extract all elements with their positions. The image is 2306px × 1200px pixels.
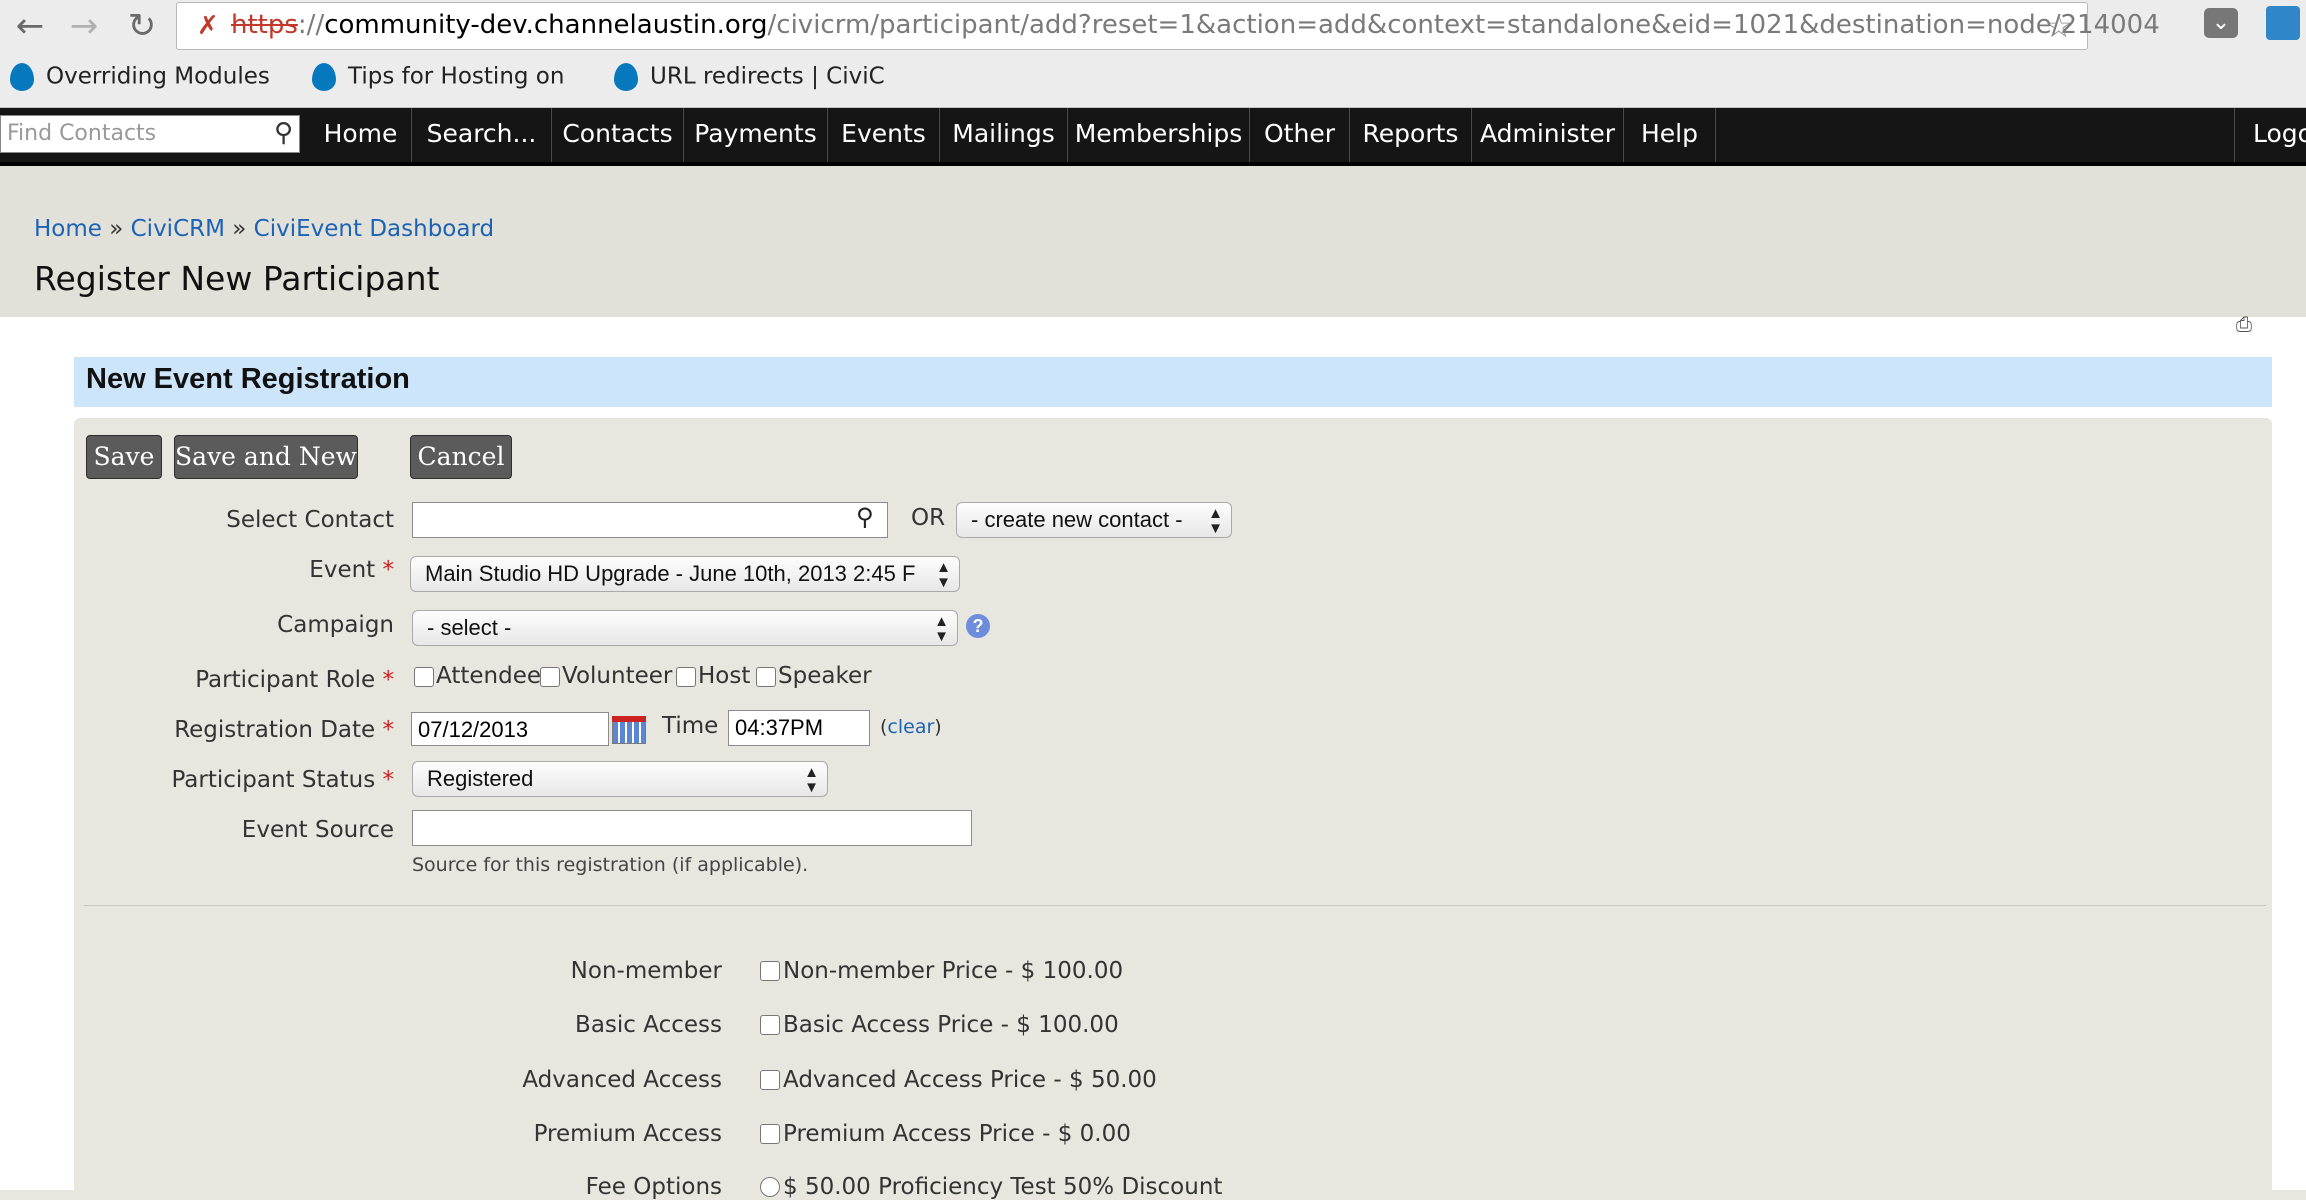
breadcrumb-separator: »: [109, 216, 124, 242]
role-volunteer-label: Volunteer: [562, 663, 673, 689]
page-header: Home » CiviCRM » CiviEvent Dashboard Reg…: [0, 162, 2306, 317]
create-new-contact-select[interactable]: - create new contact - ▲ ▼: [956, 502, 1232, 538]
fee-premium-access-checkbox[interactable]: [760, 1124, 780, 1144]
select-arrows-icon: ▲ ▼: [936, 559, 951, 591]
campaign-label: Campaign: [277, 612, 394, 638]
page-title: Register New Participant: [34, 259, 440, 298]
pocket-extension-icon[interactable]: ⌄: [2204, 8, 2238, 38]
menu-reports[interactable]: Reports: [1350, 108, 1472, 162]
registration-date-input[interactable]: 07/12/2013: [411, 712, 609, 746]
clear-date-link[interactable]: clear: [887, 716, 934, 738]
search-icon[interactable]: ⚲: [274, 118, 293, 148]
role-host-checkbox[interactable]: [676, 667, 696, 687]
find-contacts-input[interactable]: [5, 116, 249, 150]
fee-non-member-checkbox[interactable]: [760, 961, 780, 981]
clear-link: (clear): [880, 716, 942, 738]
fee-label-basic-access: Basic Access: [575, 1012, 722, 1038]
civicrm-menubar: ⚲ Home Search... Contacts Payments Event…: [0, 108, 2306, 162]
menu-administer[interactable]: Administer: [1472, 108, 1624, 162]
role-attendee-checkbox[interactable]: [414, 667, 434, 687]
url-text: https://community-dev.channelaustin.org/…: [231, 10, 2160, 40]
fee-label-non-member: Non-member: [570, 958, 722, 984]
time-label: Time: [662, 713, 719, 739]
search-icon[interactable]: ⚲: [856, 503, 874, 531]
event-select[interactable]: Main Studio HD Upgrade - June 10th, 2013…: [410, 556, 960, 592]
calendar-icon[interactable]: [612, 720, 646, 744]
print-icon[interactable]: ⎙: [2236, 312, 2252, 336]
fee-option-label: $ 50.00 Proficiency Test 50% Discount: [783, 1174, 1223, 1200]
extension-icon[interactable]: [2266, 6, 2300, 40]
select-arrows-icon: ▲ ▼: [1208, 505, 1223, 537]
menu-mailings[interactable]: Mailings: [940, 108, 1068, 162]
breadcrumb-separator: »: [232, 216, 247, 242]
campaign-select[interactable]: - select - ▲ ▼: [412, 610, 958, 646]
fee-option-radio[interactable]: [760, 1177, 780, 1197]
fee-options-label: Fee Options: [585, 1174, 722, 1200]
select-arrows-icon: ▲ ▼: [804, 764, 819, 796]
forward-arrow-icon[interactable]: →: [64, 6, 104, 46]
fee-basic-access-option: Basic Access Price - $ 100.00: [783, 1012, 1119, 1038]
section-title: New Event Registration: [86, 363, 410, 395]
browser-toolbar: ← → ↻ ✗ https://community-dev.channelaus…: [0, 0, 2306, 55]
participant-role-label: Participant Role *: [195, 667, 394, 693]
breadcrumb: Home » CiviCRM » CiviEvent Dashboard: [34, 216, 494, 242]
menu-help[interactable]: Help: [1624, 108, 1716, 162]
cancel-button[interactable]: Cancel: [410, 435, 512, 479]
role-host-label: Host: [698, 663, 751, 689]
fee-basic-access-checkbox[interactable]: [760, 1015, 780, 1035]
drupal-icon: [312, 63, 336, 91]
menu-memberships[interactable]: Memberships: [1068, 108, 1250, 162]
menu-contacts[interactable]: Contacts: [552, 108, 684, 162]
reload-icon[interactable]: ↻: [122, 6, 162, 46]
help-icon[interactable]: ?: [966, 614, 990, 638]
event-source-help: Source for this registration (if applica…: [412, 854, 809, 876]
find-contacts-box: ⚲: [0, 115, 300, 153]
fee-label-advanced-access: Advanced Access: [522, 1067, 722, 1093]
save-and-new-button[interactable]: Save and New: [174, 435, 358, 479]
section-header: New Event Registration: [74, 357, 2272, 407]
bookmark-item[interactable]: Overriding Modules: [10, 63, 270, 91]
breadcrumb-civicrm[interactable]: CiviCRM: [131, 216, 225, 242]
star-icon[interactable]: ☆: [2044, 7, 2073, 45]
breadcrumb-home[interactable]: Home: [34, 216, 102, 242]
menu-home[interactable]: Home: [310, 108, 412, 162]
insecure-icon: ✗: [197, 11, 219, 41]
event-label: Event *: [309, 557, 394, 583]
back-arrow-icon[interactable]: ←: [10, 6, 50, 46]
bookmark-item[interactable]: Tips for Hosting on: [312, 63, 564, 91]
fee-advanced-access-option: Advanced Access Price - $ 50.00: [783, 1067, 1157, 1093]
fee-label-premium-access: Premium Access: [533, 1121, 722, 1147]
role-volunteer-checkbox[interactable]: [540, 667, 560, 687]
fee-premium-access-option: Premium Access Price - $ 0.00: [783, 1121, 1131, 1147]
address-bar[interactable]: ✗ https://community-dev.channelaustin.or…: [176, 2, 2160, 50]
registration-date-label: Registration Date *: [174, 717, 394, 743]
or-text: OR: [911, 505, 946, 531]
participant-status-label: Participant Status *: [171, 767, 394, 793]
select-arrows-icon: ▲ ▼: [934, 613, 949, 645]
breadcrumb-civievent-dashboard[interactable]: CiviEvent Dashboard: [254, 216, 494, 242]
role-speaker-label: Speaker: [778, 663, 872, 689]
role-attendee-label: Attendee: [436, 663, 541, 689]
event-source-label: Event Source: [241, 817, 394, 843]
menu-events[interactable]: Events: [828, 108, 940, 162]
registration-time-input[interactable]: 04:37PM: [728, 710, 870, 746]
bookmarks-bar: Overriding Modules Tips for Hosting on U…: [0, 55, 2306, 108]
event-source-input[interactable]: [412, 810, 972, 846]
select-contact-label: Select Contact: [226, 507, 394, 533]
select-contact-input[interactable]: [412, 502, 888, 538]
menu-logout[interactable]: Logo: [2235, 108, 2306, 162]
menu-payments[interactable]: Payments: [684, 108, 828, 162]
section-divider: [84, 905, 2266, 906]
menu-other[interactable]: Other: [1250, 108, 1350, 162]
fee-non-member-option: Non-member Price - $ 100.00: [783, 958, 1124, 984]
fee-advanced-access-checkbox[interactable]: [760, 1070, 780, 1090]
role-speaker-checkbox[interactable]: [756, 667, 776, 687]
drupal-icon: [10, 63, 34, 91]
drupal-icon: [614, 63, 638, 91]
menu-search[interactable]: Search...: [412, 108, 552, 162]
bookmark-item[interactable]: URL redirects | CiviC: [614, 63, 885, 91]
save-button[interactable]: Save: [86, 435, 162, 479]
calendar-icon-header: [612, 716, 646, 722]
participant-status-select[interactable]: Registered ▲ ▼: [412, 761, 828, 797]
